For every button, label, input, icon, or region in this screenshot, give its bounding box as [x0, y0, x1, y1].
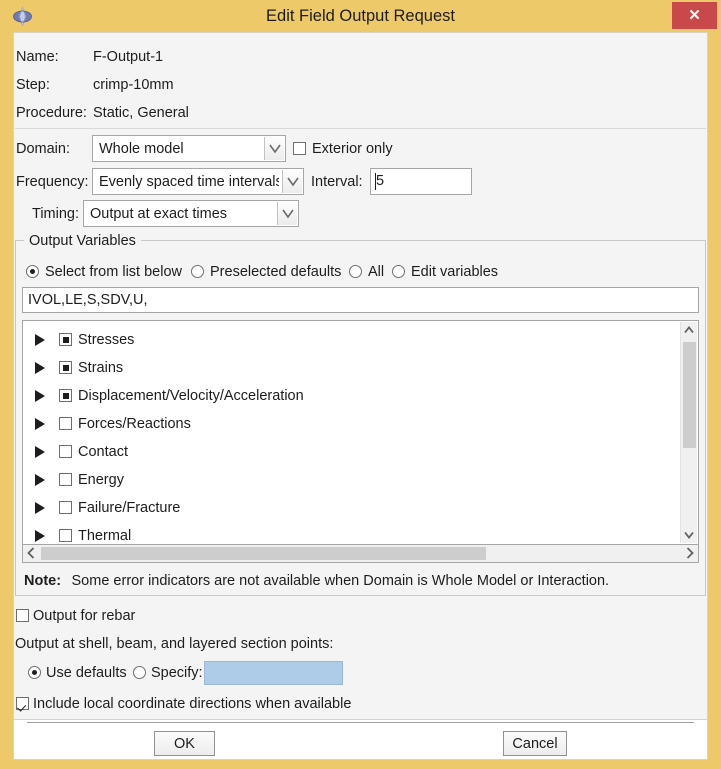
tree-item-checkbox[interactable] — [59, 473, 72, 486]
output-for-rebar-checkbox[interactable] — [16, 609, 29, 622]
chevron-down-icon[interactable] — [277, 202, 297, 225]
scroll-down-icon[interactable] — [681, 526, 697, 543]
step-label: Step: — [16, 77, 50, 93]
radio-preselected-defaults-label: Preselected defaults — [210, 264, 342, 280]
chevron-right-icon[interactable] — [35, 446, 45, 458]
frequency-select-value: Evenly spaced time intervals — [99, 174, 279, 190]
radio-preselected-defaults[interactable] — [191, 265, 204, 278]
radio-use-defaults-label: Use defaults — [46, 665, 127, 681]
chevron-right-icon[interactable] — [35, 502, 45, 514]
timing-label: Timing: — [32, 206, 79, 222]
radio-use-defaults[interactable] — [28, 666, 41, 679]
variables-input-value: IVOL,LE,S,SDV,U, — [28, 292, 148, 308]
dialog-footer — [13, 720, 708, 760]
interval-input-value: 5 — [376, 173, 385, 189]
close-button[interactable]: ✕ — [672, 2, 717, 29]
header-divider — [15, 128, 706, 129]
tree-item-label: Displacement/Velocity/Acceleration — [78, 388, 304, 404]
list-vertical-scrollbar[interactable] — [680, 322, 697, 543]
frequency-label: Frequency: — [16, 174, 89, 190]
radio-select-from-list[interactable] — [26, 265, 39, 278]
procedure-label: Procedure: — [16, 105, 87, 121]
radio-all-label: All — [368, 264, 385, 280]
tree-item-checkbox[interactable] — [59, 389, 72, 402]
include-local-directions-label: Include local coordinate directions when… — [33, 696, 352, 712]
include-local-directions-checkbox[interactable] — [16, 697, 29, 710]
note-body: Some error indicators are not available … — [71, 573, 610, 589]
tree-item-checkbox[interactable] — [59, 501, 72, 514]
tree-item[interactable]: Strains — [23, 354, 663, 382]
ok-button[interactable]: OK — [154, 731, 215, 756]
window-title: Edit Field Output Request — [266, 7, 455, 25]
chevron-down-icon[interactable] — [264, 137, 284, 160]
chevron-right-icon[interactable] — [35, 334, 45, 346]
frequency-select[interactable]: Evenly spaced time intervals — [92, 168, 304, 195]
tree-item-checkbox[interactable] — [59, 529, 72, 542]
tree-item-checkbox[interactable] — [59, 361, 72, 374]
chevron-right-icon[interactable] — [35, 390, 45, 402]
cancel-button[interactable]: Cancel — [503, 731, 567, 756]
tree-item[interactable]: Displacement/Velocity/Acceleration — [23, 382, 663, 410]
chevron-right-icon[interactable] — [35, 474, 45, 486]
tree-item-label: Failure/Fracture — [78, 500, 181, 516]
tree-item[interactable]: Forces/Reactions — [23, 410, 663, 438]
domain-select[interactable]: Whole model — [92, 135, 286, 162]
name-label: Name: — [16, 49, 59, 65]
radio-all[interactable] — [349, 265, 362, 278]
name-value: F-Output-1 — [93, 49, 164, 65]
procedure-value: Static, General — [93, 105, 189, 121]
tree-item[interactable]: Energy — [23, 466, 663, 494]
vertical-scroll-thumb[interactable] — [683, 342, 696, 448]
scroll-right-icon[interactable] — [681, 545, 698, 561]
timing-select[interactable]: Output at exact times — [83, 200, 299, 227]
tree-item-label: Forces/Reactions — [78, 416, 191, 432]
specify-input[interactable] — [204, 661, 343, 685]
chevron-down-icon[interactable] — [282, 170, 302, 193]
tree-item-checkbox[interactable] — [59, 333, 72, 346]
tree-item-label: Stresses — [78, 332, 135, 348]
output-for-rebar-label: Output for rebar — [33, 608, 136, 624]
radio-select-from-list-label: Select from list below — [45, 264, 182, 280]
exterior-only-checkbox[interactable] — [293, 142, 306, 155]
variables-input[interactable]: IVOL,LE,S,SDV,U, — [22, 287, 699, 313]
output-variables-group-title: Output Variables — [24, 233, 141, 249]
interval-input[interactable]: 5 — [370, 168, 472, 195]
horizontal-scroll-thumb[interactable] — [41, 547, 486, 560]
domain-select-value: Whole model — [99, 141, 184, 157]
note-prefix: Note: — [24, 573, 62, 589]
close-icon: ✕ — [688, 7, 701, 24]
chevron-right-icon[interactable] — [35, 362, 45, 374]
tree-item[interactable]: Contact — [23, 438, 663, 466]
edit-field-output-request-dialog: Edit Field Output Request ✕ Name: F-Outp… — [0, 0, 721, 769]
tree-item-label: Energy — [78, 472, 124, 488]
exterior-only-label: Exterior only — [312, 141, 393, 157]
interval-label: Interval: — [311, 174, 363, 190]
timing-select-value: Output at exact times — [90, 206, 228, 222]
tree-item[interactable]: Stresses — [23, 326, 663, 354]
section-points-label: Output at shell, beam, and layered secti… — [15, 636, 334, 652]
domain-label: Domain: — [16, 141, 70, 157]
tree-item-checkbox[interactable] — [59, 417, 72, 430]
title-bar: Edit Field Output Request ✕ — [0, 0, 721, 32]
tree-item-label: Contact — [78, 444, 128, 460]
chevron-right-icon[interactable] — [35, 418, 45, 430]
note: Note: Some error indicators are not avai… — [24, 572, 609, 590]
chevron-right-icon[interactable] — [35, 530, 45, 542]
radio-edit-variables-label: Edit variables — [411, 264, 499, 280]
scroll-up-icon[interactable] — [681, 322, 697, 339]
list-horizontal-scrollbar[interactable] — [22, 545, 699, 563]
footer-divider — [27, 722, 694, 723]
radio-specify-label: Specify: — [151, 665, 203, 681]
scroll-left-icon[interactable] — [23, 545, 40, 561]
output-variables-list[interactable]: Stresses Strains Displacement/Velocity/A… — [22, 320, 699, 545]
radio-edit-variables[interactable] — [392, 265, 405, 278]
radio-specify[interactable] — [133, 666, 146, 679]
tree-item[interactable]: Failure/Fracture — [23, 494, 663, 522]
tree-item-checkbox[interactable] — [59, 445, 72, 458]
step-value: crimp-10mm — [93, 77, 174, 93]
tree-item-label: Strains — [78, 360, 124, 376]
